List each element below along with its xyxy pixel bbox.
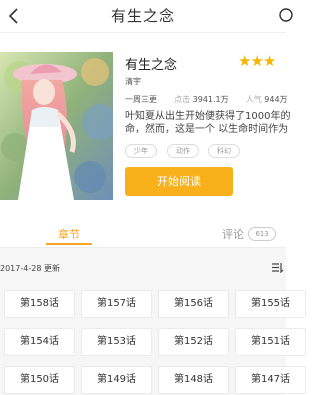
tag-chip[interactable]: 科幻 <box>208 144 240 158</box>
search-icon[interactable] <box>278 7 294 23</box>
chapter-button[interactable]: 第158话 <box>4 290 75 318</box>
tab-chapters[interactable]: 章节 <box>58 226 80 242</box>
tag-chip[interactable]: 少年 <box>125 144 157 158</box>
nav-divider <box>0 32 286 33</box>
start-reading-button[interactable]: 开始阅读 <box>125 167 233 196</box>
tab-comments[interactable]: 评论 <box>222 226 244 242</box>
chapter-button[interactable]: 第153话 <box>81 328 152 356</box>
active-tab-indicator <box>46 243 92 245</box>
popularity-value: 944万 <box>264 95 288 104</box>
rating-stars: ★★★ <box>238 52 276 70</box>
chapter-button[interactable]: 第147话 <box>235 366 306 394</box>
tag-chip[interactable]: 动作 <box>167 144 199 158</box>
chapter-button[interactable]: 第150话 <box>4 366 75 394</box>
chapter-button[interactable]: 第151话 <box>235 328 306 356</box>
update-schedule: 一周三更 <box>125 95 157 104</box>
chapter-button[interactable]: 第156话 <box>158 290 229 318</box>
page-title: 有生之念 <box>110 7 175 25</box>
summary-line: 叶知夏从出生开始便获得了1000年的 <box>125 111 291 122</box>
update-date: 2017-4-28 更新 <box>0 264 60 273</box>
cover-illustration <box>0 52 113 200</box>
book-summary[interactable]: 叶知夏从出生开始便获得了1000年的 命，然而，这是一个 以生命时间作为 <box>125 110 300 136</box>
book-title: 有生之念 <box>125 58 178 73</box>
hits-value: 3941.1万 <box>192 95 229 104</box>
hits-label: 点击 <box>174 95 191 104</box>
summary-line: 命，然而，这是一个 以生命时间作为 <box>125 124 289 135</box>
chapter-button[interactable]: 第148话 <box>158 366 229 394</box>
book-cover-image[interactable] <box>0 52 113 200</box>
top-nav-bar: 有生之念 <box>0 0 293 32</box>
popularity-label: 人气 <box>245 95 262 104</box>
comment-count-badge: 613 <box>248 227 276 241</box>
chapter-button[interactable]: 第152话 <box>158 328 229 356</box>
author-name[interactable]: 清宇 <box>125 76 141 87</box>
book-stats: 一周三更 点击 3941.1万 人气 944万 <box>125 94 288 105</box>
chapter-button[interactable]: 第155话 <box>235 290 306 318</box>
chapter-button[interactable]: 第149话 <box>81 366 152 394</box>
chapter-button[interactable]: 第154话 <box>4 328 75 356</box>
sort-icon[interactable] <box>272 262 284 273</box>
chapter-button[interactable]: 第157话 <box>81 290 152 318</box>
